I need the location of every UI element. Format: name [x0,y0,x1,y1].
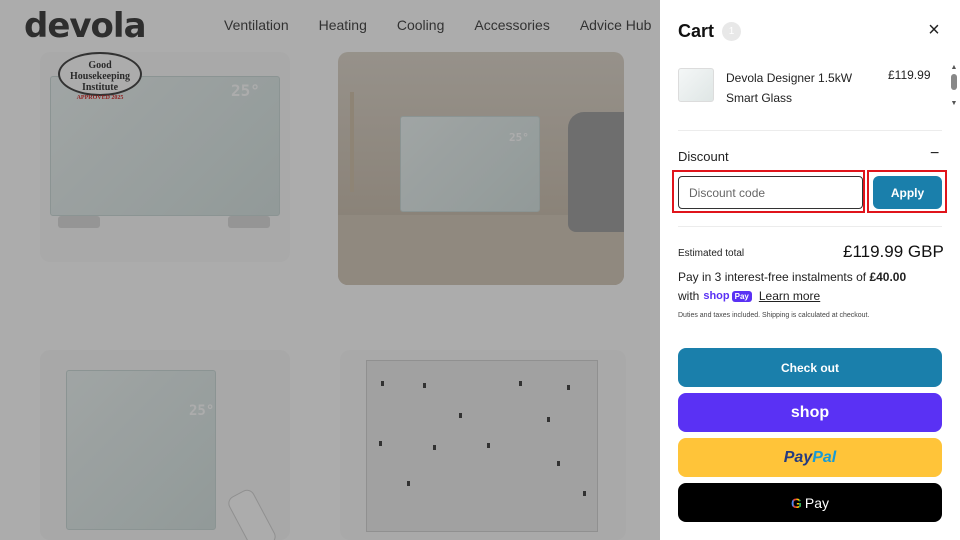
shop-pay-logo-icon: shop Pay [703,290,752,302]
shop-pay-button[interactable]: shop [678,393,942,432]
installments-amount: £40.00 [869,270,907,284]
google-pay-label: Pay [804,494,829,511]
estimated-total-value: £119.99 GBP [843,242,944,261]
shop-pay-logo-text: shop [703,290,730,302]
paypal-logo-pay: Pay [783,448,813,466]
scroll-up-arrow-icon[interactable]: ▲ [950,64,958,72]
with-label: with [678,289,700,303]
cart-item-name[interactable]: Devola Designer 1.5kW Smart Glass [726,68,866,108]
google-g-icon: G [790,494,802,511]
modal-backdrop[interactable] [0,0,660,540]
shop-pay-logo-pill: Pay [731,290,752,302]
cart-item-price: £119.99 [888,68,931,82]
highlight-box-discount-input [672,170,865,213]
paypal-logo-pal: Pal [812,448,837,466]
divider [678,130,942,131]
cart-drawer: Cart 1 × Devola Designer 1.5kW Smart Gla… [660,0,960,540]
installments-provider: with shop Pay Learn more [678,289,820,303]
cart-items-scrollbar[interactable]: ▲ ▼ [950,64,958,112]
highlight-box-apply-button [867,170,947,213]
cart-count-badge: 1 [722,22,741,41]
scroll-down-arrow-icon[interactable]: ▼ [950,100,958,108]
duties-note: Duties and taxes included. Shipping is c… [678,312,870,319]
scrollbar-thumb[interactable] [951,74,957,90]
installments-prefix: Pay in 3 interest-free instalments of [678,270,867,284]
installments-text: Pay in 3 interest-free instalments of £4… [678,270,906,284]
cart-item-thumbnail[interactable] [678,68,714,102]
google-pay-button[interactable]: G Pay [678,483,942,522]
collapse-minus-icon[interactable]: − [930,145,939,163]
cart-title: Cart [678,21,715,41]
learn-more-link[interactable]: Learn more [759,289,820,303]
divider [678,226,942,227]
discount-title[interactable]: Discount [678,149,729,164]
estimated-total-label: Estimated total [678,248,745,259]
checkout-button[interactable]: Check out [678,348,942,387]
close-icon[interactable]: × [924,20,944,40]
paypal-button[interactable]: Pay Pal [678,438,942,477]
